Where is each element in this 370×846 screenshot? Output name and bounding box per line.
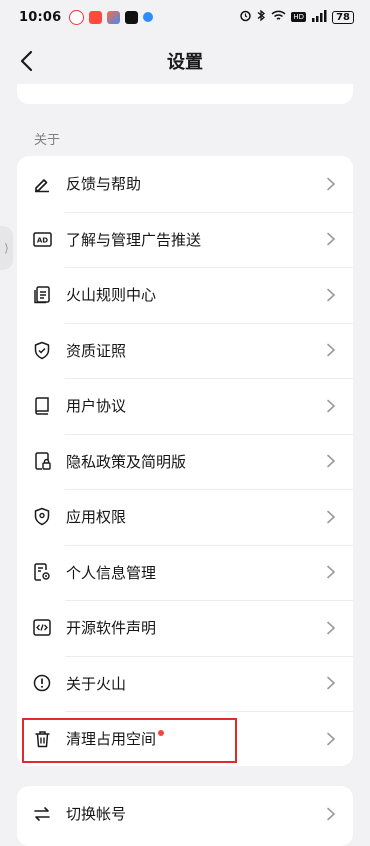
settings-item-label: 开源软件声明: [66, 619, 157, 638]
weibo-icon: [69, 9, 85, 25]
info-icon: [32, 673, 52, 693]
signal-icon: [311, 9, 327, 25]
settings-item-feedback-help[interactable]: 反馈与帮助: [17, 156, 353, 212]
chevron-right-icon: [327, 565, 336, 579]
app-mixed-icon: [107, 10, 121, 24]
battery-indicator: 78: [332, 10, 354, 24]
side-drawer-handle[interactable]: ⟩: [0, 226, 13, 270]
settings-item-label: 资质证照: [66, 341, 127, 360]
settings-item-app-permissions[interactable]: 应用权限: [17, 489, 353, 545]
chevron-right-icon: [327, 399, 336, 413]
alarm-icon: [239, 9, 252, 25]
chevron-right-icon: [327, 807, 336, 820]
page-title: 设置: [167, 52, 203, 73]
about-settings-list: 反馈与帮助 AD 了解与管理广告推送 火山规则中心 资质证照 用户协议 隐私政策…: [17, 156, 353, 766]
settings-item-qualifications[interactable]: 资质证照: [17, 322, 353, 379]
hd-icon: HD: [291, 12, 307, 22]
settings-item-label: 切换帐号: [66, 805, 127, 823]
app-blue-icon: [143, 12, 154, 22]
shield-check-icon: [32, 340, 52, 360]
chevron-right-icon: [327, 676, 336, 690]
chevron-left-icon: [20, 50, 33, 72]
settings-item-label: 个人信息管理: [66, 563, 157, 582]
pencil-icon: [32, 174, 52, 194]
settings-item-user-agreement[interactable]: 用户协议: [17, 378, 353, 434]
chevron-right-icon: [327, 621, 336, 635]
settings-item-open-source[interactable]: 开源软件声明: [17, 600, 353, 656]
chevron-right-icon: [327, 510, 336, 524]
bluetooth-icon: [257, 9, 266, 25]
status-indicators: HD 78: [239, 9, 354, 25]
header: 设置: [0, 40, 370, 82]
settings-item-label: 应用权限: [66, 508, 127, 527]
status-bar: 10:06 HD 78: [0, 0, 370, 34]
settings-item-ad-management[interactable]: AD 了解与管理广告推送: [17, 211, 353, 268]
settings-item-privacy-policy[interactable]: 隐私政策及简明版: [17, 433, 353, 490]
settings-item-label: 了解与管理广告推送: [66, 230, 202, 249]
status-app-icons: [69, 9, 154, 25]
settings-item-about-huoshan[interactable]: 关于火山: [17, 655, 353, 712]
chevron-right-icon: [327, 177, 336, 191]
account-settings-card: 切换帐号: [17, 786, 353, 846]
wifi-icon: [271, 10, 286, 25]
previous-section-card: [17, 84, 353, 104]
settings-item-label: 反馈与帮助: [66, 175, 142, 194]
ad-icon: AD: [32, 229, 52, 249]
code-icon: [32, 618, 52, 638]
settings-item-personal-info[interactable]: 个人信息管理: [17, 544, 353, 601]
back-button[interactable]: [12, 46, 42, 76]
document-icon: [32, 285, 52, 305]
tiktok-icon: [125, 10, 139, 24]
chevron-right-icon: [327, 288, 336, 302]
chevron-right-icon: [327, 232, 336, 246]
highlight-annotation-box: [22, 718, 237, 763]
svg-text:AD: AD: [36, 236, 47, 244]
section-label-about: 关于: [34, 133, 61, 148]
settings-item-label: 隐私政策及简明版: [66, 452, 187, 471]
book-icon: [32, 396, 52, 416]
settings-item-label: 用户协议: [66, 397, 127, 416]
switch-icon: [32, 804, 52, 824]
chevron-right-icon: [327, 454, 336, 468]
chevron-right-icon: [327, 343, 336, 357]
location-shield-icon: [32, 507, 52, 527]
status-time: 10:06: [19, 9, 62, 25]
chevron-right-icon: [327, 732, 336, 746]
lock-doc-icon: [32, 451, 52, 471]
doc-settings-icon: [32, 562, 52, 582]
settings-item-switch-account[interactable]: 切换帐号: [17, 786, 353, 841]
app-red-icon: [89, 10, 103, 24]
settings-item-rules-center[interactable]: 火山规则中心: [17, 267, 353, 323]
settings-item-label: 关于火山: [66, 674, 127, 693]
settings-item-label: 火山规则中心: [66, 286, 157, 305]
